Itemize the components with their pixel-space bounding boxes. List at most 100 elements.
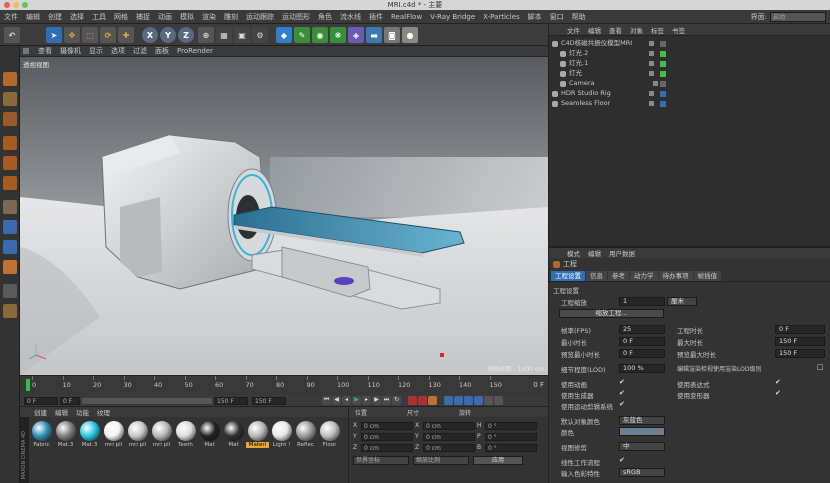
viewport-menu-item-4[interactable]: 过滤 xyxy=(129,46,151,57)
menu-item-8[interactable]: 模拟 xyxy=(176,10,198,24)
material-item[interactable]: Mat.3 xyxy=(54,421,77,448)
fps-input[interactable]: 25 xyxy=(619,325,665,334)
lod-render-checkbox[interactable]: □ xyxy=(817,363,824,371)
menu-item-21[interactable]: 帮助 xyxy=(568,10,590,24)
object-menu-item-5[interactable]: 书签 xyxy=(668,25,689,35)
coordinate-system-icon[interactable]: ⊕ xyxy=(198,27,214,43)
menu-item-14[interactable]: 流水线 xyxy=(336,10,365,24)
object-visibility-icon[interactable] xyxy=(649,51,654,56)
object-row[interactable]: HDR Studio Rig xyxy=(549,89,830,98)
attributes-tab[interactable]: 待办事项 xyxy=(658,270,693,281)
menu-item-4[interactable]: 工具 xyxy=(88,10,110,24)
material-item[interactable]: mri pli xyxy=(150,421,173,448)
material-item[interactable]: mri pli xyxy=(102,421,125,448)
3d-viewport[interactable]: 透视视图 网格间距 : 1000 cm xyxy=(20,57,548,375)
menu-item-10[interactable]: 雕刻 xyxy=(220,10,242,24)
material-item[interactable]: Fabric xyxy=(30,421,53,448)
viewport-menu-item-5[interactable]: 面板 xyxy=(151,46,173,57)
menu-item-13[interactable]: 角色 xyxy=(314,10,336,24)
object-row[interactable]: Seamless Floor xyxy=(549,99,830,108)
z-axis-lock-icon[interactable]: Z xyxy=(178,27,194,43)
pla-key-icon[interactable] xyxy=(484,396,493,405)
coord-value-input[interactable]: 0 ° xyxy=(485,421,537,430)
attributes-menu-item-2[interactable]: 用户数据 xyxy=(605,248,639,258)
object-menu-item-0[interactable]: 文件 xyxy=(563,25,584,35)
object-menu-item-3[interactable]: 对象 xyxy=(626,25,647,35)
play-icon[interactable]: ▶ xyxy=(352,396,361,405)
menu-item-1[interactable]: 编辑 xyxy=(22,10,44,24)
material-menu-item-3[interactable]: 纹理 xyxy=(93,407,114,417)
attributes-tab[interactable]: 参考 xyxy=(608,270,629,281)
axis-mode-icon[interactable] xyxy=(3,200,17,214)
prev-key-icon[interactable]: ◀ xyxy=(332,396,341,405)
coord-space-select[interactable]: 世界坐标 xyxy=(353,456,409,465)
use-generators-checkbox[interactable]: ✔ xyxy=(619,389,625,397)
object-visibility-icon[interactable] xyxy=(649,91,654,96)
max-frame-field[interactable]: 150 F xyxy=(252,397,286,405)
material-menu-item-0[interactable]: 创建 xyxy=(30,407,51,417)
material-menu-item-2[interactable]: 功能 xyxy=(72,407,93,417)
coord-value-input[interactable]: 0 ° xyxy=(485,432,537,441)
workplane-icon[interactable] xyxy=(3,112,17,126)
attributes-menu-item-1[interactable]: 编辑 xyxy=(584,248,605,258)
menu-item-9[interactable]: 渲染 xyxy=(198,10,220,24)
menu-item-12[interactable]: 运动图形 xyxy=(278,10,314,24)
material-item[interactable]: Mat xyxy=(198,421,221,448)
start-frame-field[interactable]: 0 F xyxy=(24,397,58,405)
scale-icon[interactable]: ⬚ xyxy=(82,27,98,43)
object-menu-item-2[interactable]: 查看 xyxy=(605,25,626,35)
object-menu-item-1[interactable]: 编辑 xyxy=(584,25,605,35)
end-frame-field[interactable]: 150 F xyxy=(214,397,248,405)
autokey-icon[interactable] xyxy=(418,396,427,405)
edges-mode-icon[interactable] xyxy=(3,156,17,170)
menu-item-15[interactable]: 插件 xyxy=(365,10,387,24)
coord-value-input[interactable]: 0 cm xyxy=(423,443,475,452)
use-deformers-checkbox[interactable]: ✔ xyxy=(775,389,781,397)
recent-tool-icon[interactable]: ✚ xyxy=(118,27,134,43)
use-motion-system-checkbox[interactable]: ✔ xyxy=(619,400,625,408)
render-view-icon[interactable]: ▦ xyxy=(216,27,232,43)
coord-value-input[interactable]: 0 cm xyxy=(361,443,413,452)
coord-value-input[interactable]: 0 cm xyxy=(423,421,475,430)
viewport-menu-item-3[interactable]: 选项 xyxy=(107,46,129,57)
coord-scale-select[interactable]: 缩放比例 xyxy=(413,456,469,465)
menu-item-19[interactable]: 脚本 xyxy=(524,10,546,24)
menu-item-0[interactable]: 文件 xyxy=(0,10,22,24)
keyframe-selection-icon[interactable] xyxy=(428,396,437,405)
menu-item-7[interactable]: 动画 xyxy=(154,10,176,24)
zoom-window-button[interactable] xyxy=(22,2,28,8)
camera-icon[interactable]: ◙ xyxy=(384,27,400,43)
view-clipping-select[interactable]: 中 xyxy=(619,442,665,451)
move-icon[interactable]: ✥ xyxy=(64,27,80,43)
param-key-icon[interactable] xyxy=(474,396,483,405)
record-icon[interactable] xyxy=(408,396,417,405)
material-item[interactable]: Mat.3 xyxy=(78,421,101,448)
object-row[interactable]: Camera xyxy=(549,79,830,88)
model-mode-icon[interactable] xyxy=(3,72,17,86)
apply-button[interactable]: 应用 xyxy=(473,456,523,465)
object-row[interactable]: 灯光.2 xyxy=(549,49,830,58)
rotation-key-icon[interactable] xyxy=(464,396,473,405)
default-color-select[interactable]: 灰蓝色 xyxy=(619,416,665,425)
floor-icon[interactable]: ▬ xyxy=(366,27,382,43)
viewport-menu-item-1[interactable]: 摄像机 xyxy=(56,46,85,57)
timeline-menu-icon[interactable] xyxy=(494,396,503,405)
planar-workplane-icon[interactable] xyxy=(3,304,17,318)
menu-item-18[interactable]: X-Particles xyxy=(479,10,523,24)
coord-value-input[interactable]: 0 ° xyxy=(485,443,537,452)
layout-select[interactable]: 启动 xyxy=(770,12,826,22)
material-item[interactable]: mri pli xyxy=(126,421,149,448)
object-row[interactable]: C4D核磁共振仪模型MRI xyxy=(549,39,830,48)
material-menu-item-1[interactable]: 编辑 xyxy=(51,407,72,417)
project-duration-input[interactable]: 0 F xyxy=(775,325,825,334)
attributes-tab[interactable]: 动力学 xyxy=(630,270,658,281)
points-mode-icon[interactable] xyxy=(3,136,17,150)
object-visibility-icon[interactable] xyxy=(653,81,658,86)
material-item[interactable]: Mat xyxy=(222,421,245,448)
position-key-icon[interactable] xyxy=(444,396,453,405)
lod-input[interactable]: 100 % xyxy=(619,364,665,373)
object-visibility-icon[interactable] xyxy=(649,71,654,76)
render-settings-icon[interactable]: ⚙ xyxy=(252,27,268,43)
viewport-menu-item-0[interactable]: 查看 xyxy=(34,46,56,57)
render-picture-viewer-icon[interactable]: ▣ xyxy=(234,27,250,43)
